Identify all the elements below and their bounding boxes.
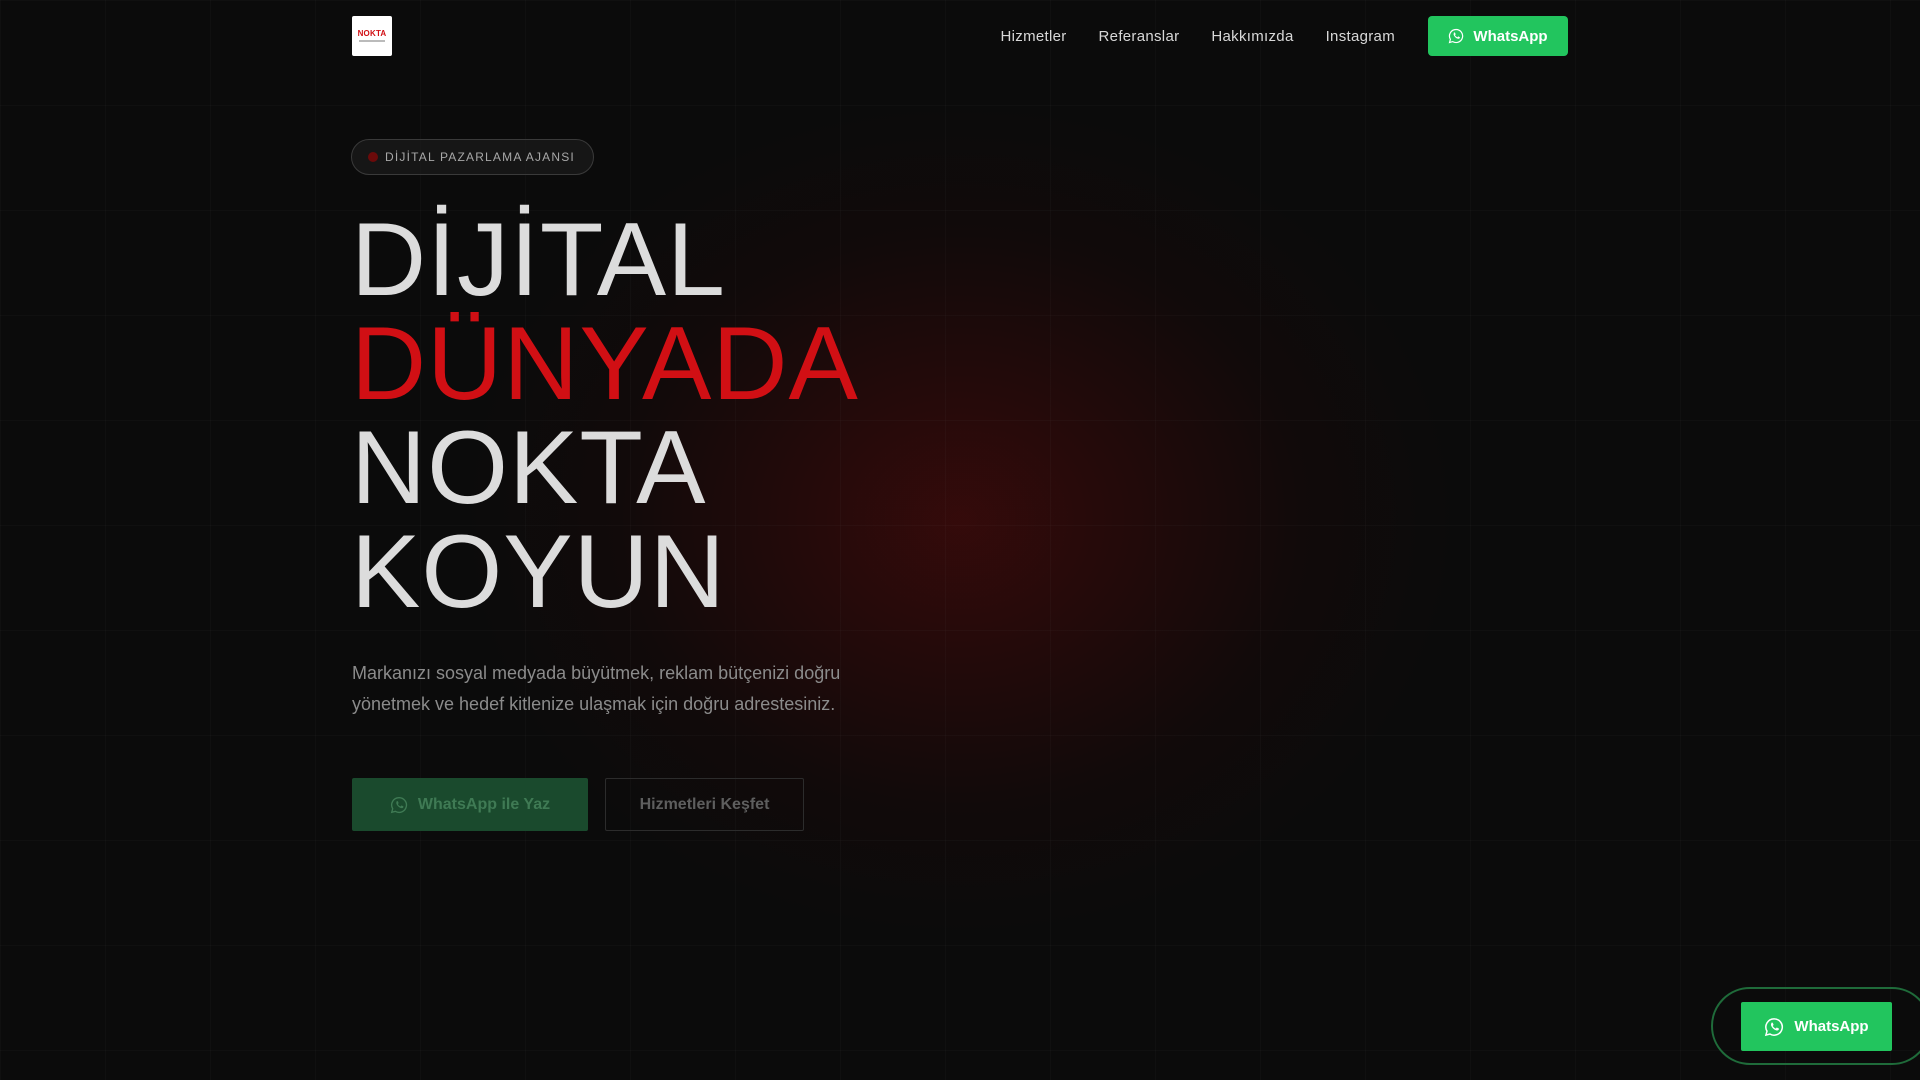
site-header: NOKTA Hizmetler Referanslar Hakkımızda I… — [352, 16, 1568, 56]
background-grid — [0, 0, 1920, 1080]
landing-page: NOKTA Hizmetler Referanslar Hakkımızda I… — [0, 0, 1920, 1080]
hero-subtitle: Markanızı sosyal medyada büyütmek, rekla… — [352, 658, 872, 720]
nav-link-instagram[interactable]: Instagram — [1326, 28, 1395, 45]
headline-line-4: KOYUN — [351, 514, 726, 630]
badge-text: DİJİTAL PAZARLAMA AJANSI — [385, 150, 575, 164]
subtitle-line-1: Markanızı sosyal medyada büyütmek, rekla… — [352, 663, 841, 683]
whatsapp-icon — [1449, 28, 1464, 44]
subtitle-line-2: yönetmek ve hedef kitlenize ulaşmak için… — [352, 694, 836, 714]
brand-logo[interactable]: NOKTA — [352, 16, 392, 56]
header-whatsapp-label: WhatsApp — [1473, 27, 1548, 45]
whatsapp-icon — [1765, 1017, 1784, 1036]
explore-services-button[interactable]: Hizmetleri Keşfet — [605, 778, 804, 831]
logo-underline — [359, 40, 385, 42]
header-whatsapp-button[interactable]: WhatsApp — [1428, 16, 1568, 56]
hero-headline: DİJİTAL DÜNYADA NOKTA KOYUN — [351, 208, 859, 624]
explore-services-label: Hizmetleri Keşfet — [639, 795, 770, 813]
nav-link-referanslar[interactable]: Referanslar — [1099, 28, 1180, 45]
nav-link-hizmetler[interactable]: Hizmetler — [1001, 28, 1067, 45]
floating-whatsapp-label: WhatsApp — [1794, 1018, 1869, 1035]
headline-line-3: NOKTA — [351, 410, 707, 526]
badge-dot-icon — [368, 152, 378, 162]
logo-text: NOKTA — [357, 29, 387, 38]
main-nav: Hizmetler Referanslar Hakkımızda Instagr… — [1001, 16, 1568, 56]
whatsapp-cta-label: WhatsApp ile Yaz — [417, 795, 551, 813]
whatsapp-icon — [390, 796, 407, 813]
agency-badge: DİJİTAL PAZARLAMA AJANSI — [351, 139, 594, 175]
headline-line-1: DİJİTAL — [351, 202, 726, 318]
floating-whatsapp-button[interactable]: WhatsApp — [1741, 1002, 1892, 1051]
whatsapp-cta-button[interactable]: WhatsApp ile Yaz — [352, 778, 588, 831]
headline-line-2: DÜNYADA — [351, 306, 859, 422]
nav-link-hakkimizda[interactable]: Hakkımızda — [1211, 28, 1293, 45]
